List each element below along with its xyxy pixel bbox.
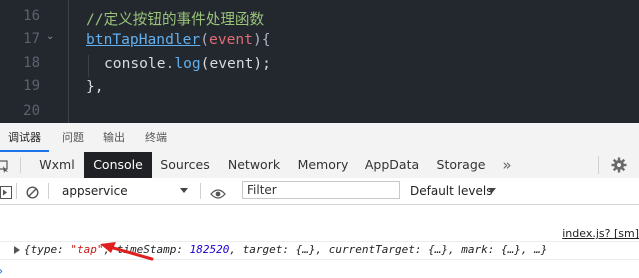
context-selector[interactable]: appservice — [56, 178, 196, 204]
tab-debugger[interactable]: 调试器 — [8, 123, 41, 152]
code-args: (event); — [200, 55, 271, 72]
sidebar-toggle-icon[interactable] — [0, 184, 12, 199]
line-number: 19 — [23, 78, 40, 94]
line-gutter: 16 17 ⌄ 18 19 20 — [0, 0, 62, 123]
separator — [200, 183, 201, 199]
tab-memory[interactable]: Memory — [290, 152, 356, 178]
code-line-close: }, — [86, 78, 104, 95]
clear-console-icon[interactable] — [26, 184, 39, 199]
code-object: console — [104, 55, 166, 72]
tab-appdata[interactable]: AppData — [356, 152, 428, 178]
more-tabs-icon[interactable]: » — [498, 152, 516, 178]
log-levels-dropdown[interactable]: Default levels — [404, 178, 504, 204]
gear-icon[interactable] — [611, 157, 627, 173]
code-editor[interactable]: 16 17 ⌄ 18 19 20 //定义按钮的事件处理函数 btnTapHan… — [0, 0, 639, 123]
inspect-element-icon[interactable] — [0, 158, 10, 173]
separator — [48, 183, 49, 199]
tab-output[interactable]: 输出 — [103, 123, 125, 152]
tab-network[interactable]: Network — [218, 152, 290, 178]
indent-guide — [68, 0, 69, 123]
fold-chevron-icon[interactable]: ⌄ — [46, 31, 54, 42]
function-name: btnTapHandler — [86, 31, 201, 48]
line-number: 17 — [23, 31, 40, 47]
indent-guide — [88, 55, 89, 77]
tab-terminal[interactable]: 终端 — [145, 123, 167, 152]
filter-placeholder: Filter — [247, 183, 277, 197]
code-line-log: console.log(event); — [104, 55, 271, 72]
devtools-panel: 调试器 问题 输出 终端 Wxml Console Sources Networ… — [0, 123, 639, 278]
expand-triangle-icon[interactable] — [14, 246, 20, 254]
log-key: currentTarget — [328, 243, 415, 256]
line-number: 18 — [23, 55, 40, 71]
console-log-row[interactable]: index.js? [sm] — [0, 223, 639, 242]
log-value-number: 182520 — [189, 243, 230, 256]
source-link[interactable]: index.js? [sm] — [562, 227, 639, 240]
paren-close: ){ — [252, 31, 271, 48]
log-value: {…} — [428, 243, 448, 256]
eye-icon[interactable] — [210, 185, 226, 199]
log-key: target — [242, 243, 283, 256]
annotation-arrow-icon — [100, 242, 154, 261]
log-key: type — [30, 243, 58, 256]
line-number: 16 — [23, 8, 40, 24]
log-key: mark — [461, 243, 488, 256]
log-levels-label: Default levels — [410, 184, 493, 198]
log-tail: …} — [534, 243, 548, 256]
prompt-chevron-icon: › — [0, 264, 4, 278]
tab-sources[interactable]: Sources — [152, 152, 218, 178]
chevron-down-icon — [488, 188, 496, 193]
separator — [598, 156, 599, 174]
context-label: appservice — [62, 184, 128, 198]
log-value: {…} — [295, 243, 316, 256]
code-dot: . — [165, 55, 175, 72]
tab-storage[interactable]: Storage — [428, 152, 494, 178]
separator — [16, 183, 17, 199]
filter-input[interactable]: Filter — [242, 181, 400, 199]
console-toolbar: appservice Filter Default levels — [0, 178, 639, 205]
code-method: log — [174, 55, 201, 72]
code-line-function: btnTapHandler(event){ — [86, 31, 271, 48]
paren-open: ( — [200, 31, 210, 48]
brace: { — [24, 243, 31, 256]
devtools-top-tabs: 调试器 问题 输出 终端 — [0, 123, 639, 153]
tab-wxml[interactable]: Wxml — [30, 152, 84, 178]
separator — [20, 157, 21, 173]
tab-console[interactable]: Console — [84, 152, 152, 178]
chevron-down-icon — [180, 188, 188, 193]
param-name: event — [209, 31, 253, 48]
panel-tabs: Wxml Console Sources Network Memory AppD… — [0, 152, 639, 179]
tab-problems[interactable]: 问题 — [62, 123, 84, 152]
line-number: 20 — [23, 103, 40, 119]
code-comment: //定义按钮的事件处理函数 — [86, 11, 265, 28]
log-value: {…} — [500, 243, 521, 256]
